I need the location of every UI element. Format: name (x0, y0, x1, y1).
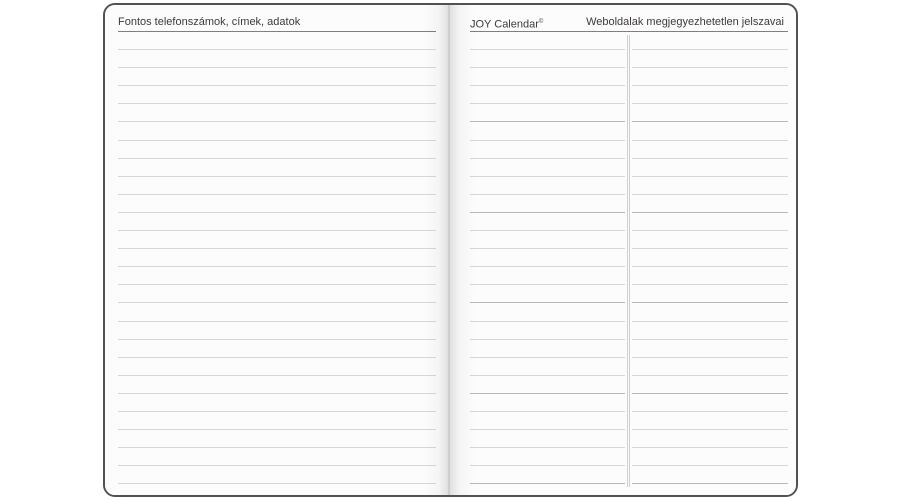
ruled-line (632, 193, 788, 195)
ruled-line (632, 121, 788, 123)
ruled-line (632, 175, 788, 177)
ruled-line (632, 483, 788, 485)
ruled-line (470, 338, 625, 340)
ruled-line (632, 211, 788, 213)
ruled-line (118, 356, 436, 358)
ruled-line (632, 67, 788, 69)
ruled-line (632, 392, 788, 394)
ruled-line (632, 320, 788, 322)
ruled-line (118, 139, 436, 141)
ruled-line (118, 85, 436, 87)
ruled-line (470, 483, 625, 485)
ruled-line (470, 284, 625, 286)
ruled-line (632, 49, 788, 50)
ruled-line (632, 248, 788, 250)
ruled-line (118, 465, 436, 467)
ruled-line (118, 411, 436, 412)
brand-label: JOY Calendar© (470, 18, 544, 31)
ruled-line (118, 447, 436, 449)
right-header-accent-line (470, 31, 788, 32)
ruled-line (632, 85, 788, 87)
ruled-line (118, 175, 436, 177)
ruled-line (632, 266, 788, 268)
ruled-line (118, 67, 436, 69)
ruled-line (118, 49, 436, 50)
ruled-line (632, 338, 788, 340)
ruled-line (470, 465, 625, 467)
copyright-mark: © (538, 19, 544, 25)
ruled-line (632, 465, 788, 467)
ruled-line (470, 230, 625, 231)
ruled-line (118, 248, 436, 250)
ruled-line (470, 302, 625, 304)
ruled-line (470, 411, 625, 412)
ruled-line (470, 374, 625, 376)
ruled-line (632, 284, 788, 286)
ruled-line (470, 139, 625, 141)
ruled-line (632, 374, 788, 376)
ruled-line (470, 248, 625, 250)
ruled-line (470, 121, 625, 123)
ruled-line (118, 392, 436, 394)
ruled-line (470, 447, 625, 449)
ruled-line (118, 429, 436, 431)
ruled-line (470, 49, 625, 50)
ruled-line (632, 230, 788, 231)
ruled-line (470, 157, 625, 159)
ruled-line (118, 211, 436, 213)
ruled-line (632, 302, 788, 304)
ruled-line (118, 121, 436, 123)
open-planner: Fontos telefonszámok, címek, adatok JOY … (103, 3, 798, 497)
ruled-line (632, 411, 788, 412)
ruled-line (632, 356, 788, 358)
ruled-line (470, 85, 625, 87)
ruled-line (118, 230, 436, 231)
ruled-line (118, 157, 436, 159)
ruled-line (632, 429, 788, 431)
left-header-accent-line (118, 31, 436, 32)
left-page: Fontos telefonszámok, címek, adatok (105, 5, 449, 495)
ruled-line (118, 266, 436, 268)
right-page: JOY Calendar© Weboldalak megjegyezhetetl… (449, 5, 796, 495)
ruled-line (470, 193, 625, 195)
ruled-line (470, 266, 625, 268)
ruled-line (470, 211, 625, 213)
ruled-line (632, 139, 788, 141)
ruled-line (118, 193, 436, 195)
ruled-line (118, 103, 436, 105)
ruled-line (118, 302, 436, 304)
ruled-line (470, 356, 625, 358)
ruled-line (470, 392, 625, 394)
ruled-line (118, 320, 436, 322)
ruled-line (118, 338, 436, 340)
left-page-title: Fontos telefonszámok, címek, adatok (118, 16, 301, 28)
ruled-line (470, 429, 625, 431)
ruled-line (632, 103, 788, 105)
ruled-line (118, 483, 436, 485)
right-page-title: Weboldalak megjegyezhetetlen jelszavai (586, 16, 784, 28)
ruled-line (118, 284, 436, 286)
ruled-line (470, 103, 625, 105)
ruled-line (470, 67, 625, 69)
ruled-line (470, 175, 625, 177)
ruled-line (632, 157, 788, 159)
column-divider (627, 35, 630, 487)
ruled-line (470, 320, 625, 322)
ruled-line (118, 374, 436, 376)
ruled-line (632, 447, 788, 449)
